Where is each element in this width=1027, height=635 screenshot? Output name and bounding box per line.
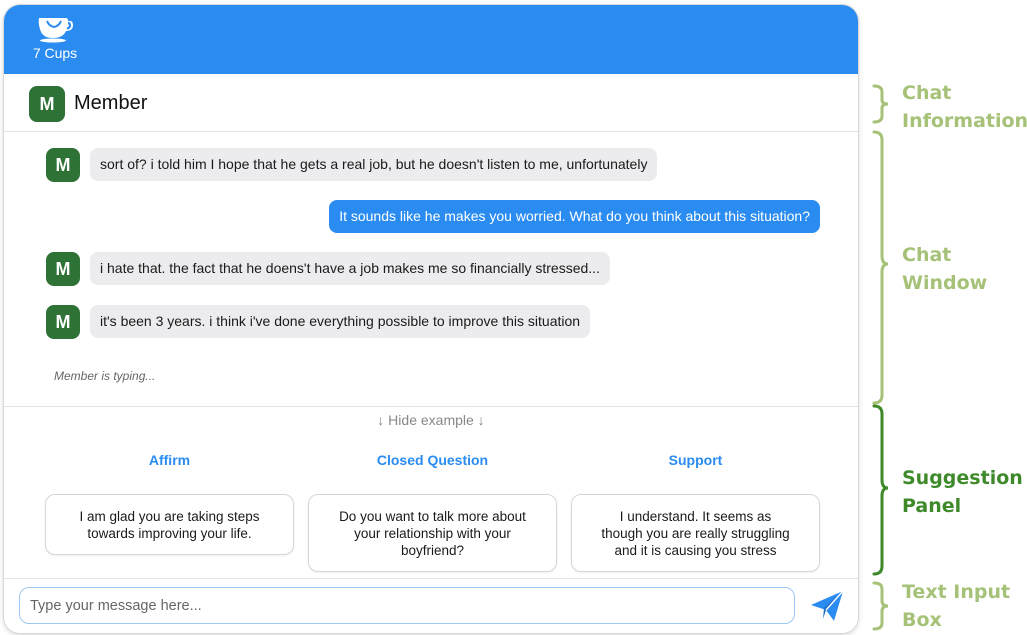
suggestion-card[interactable]: Do you want to talk more about your rela…	[308, 494, 557, 572]
hide-example-toggle[interactable]: ↓ Hide example ↓	[4, 412, 858, 428]
member-name: Member	[74, 92, 148, 114]
message-row: M sort of? i told him I hope that he get…	[46, 148, 746, 182]
typing-indicator: Member is typing...	[54, 369, 156, 383]
top-bar: 7 Cups	[4, 5, 858, 74]
app-logo[interactable]: 7 Cups	[29, 13, 81, 61]
app-name: 7 Cups	[32, 45, 78, 61]
teacup-icon	[38, 18, 73, 43]
message-avatar: M	[46, 305, 80, 339]
incoming-message: sort of? i told him I hope that he gets …	[90, 148, 658, 181]
suggestion-card[interactable]: I understand. It seems as though you are…	[571, 494, 820, 572]
outgoing-message: It sounds like he makes you worried. Wha…	[329, 200, 820, 233]
message-avatar: M	[46, 252, 80, 286]
chat-window[interactable]: M sort of? i told him I hope that he get…	[4, 133, 858, 406]
suggestion-category: Support	[668, 452, 723, 468]
chat-window-brace	[872, 130, 889, 405]
suggestion-panel-label: Suggestion Panel	[902, 467, 1023, 517]
text-input-box-label: Text Input Box	[902, 581, 1011, 631]
suggestion-text: Do you want to talk more about your rela…	[339, 508, 526, 558]
text-input-box-brace	[872, 581, 889, 631]
chat-app: 7 Cups M Member M sort of? i told him I …	[4, 5, 858, 633]
message-row: M i hate that. the fact that he doens't …	[46, 252, 746, 286]
suggestion-text: I understand. It seems as though you are…	[601, 508, 790, 558]
chat-information-brace	[872, 84, 889, 124]
suggestion-panel-brace	[872, 404, 889, 576]
suggestion-category: Closed Question	[376, 452, 489, 468]
message-row: It sounds like he makes you worried. Wha…	[300, 200, 820, 234]
incoming-message: i hate that. the fact that he doens't ha…	[90, 252, 610, 285]
paper-plane-icon	[811, 590, 844, 621]
chat-information-label: Chat Information	[902, 82, 1027, 132]
text-input-box	[4, 578, 858, 633]
message-row: M it's been 3 years. i think i've done e…	[46, 305, 746, 339]
member-avatar: M	[29, 86, 65, 122]
suggestion-text: I am glad you are taking steps towards i…	[79, 508, 260, 541]
suggestion-category: Affirm	[148, 452, 191, 468]
incoming-message: it's been 3 years. i think i've done eve…	[90, 305, 591, 338]
send-button[interactable]	[809, 588, 845, 624]
suggestion-card[interactable]: I am glad you are taking steps towards i…	[45, 494, 294, 555]
message-input[interactable]	[19, 587, 795, 624]
chat-window-label: Chat Window	[902, 244, 988, 294]
message-avatar: M	[46, 148, 80, 182]
suggestion-panel: ↓ Hide example ↓ Affirm I am glad you ar…	[4, 406, 858, 578]
chat-information: M Member	[4, 74, 858, 132]
